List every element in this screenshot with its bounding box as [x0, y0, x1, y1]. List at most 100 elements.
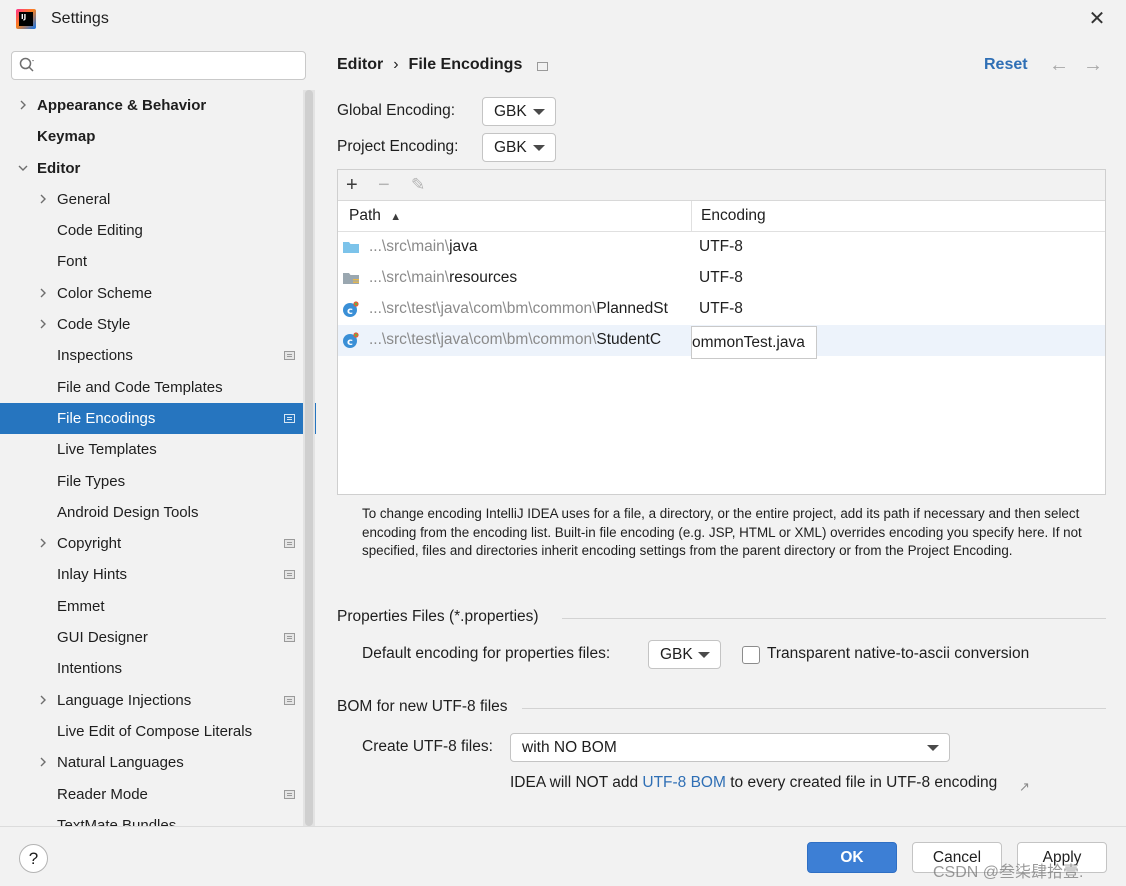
- path-tooltip: ommonTest.java: [691, 326, 817, 359]
- sidebar-item-label: Live Templates: [57, 441, 157, 459]
- sidebar-item-label: Live Edit of Compose Literals: [57, 722, 253, 740]
- sidebar-item[interactable]: Live Edit of Compose Literals: [0, 716, 316, 747]
- project-scope-icon: [284, 413, 295, 423]
- sidebar-item-label: GUI Designer: [57, 629, 148, 647]
- chevron-right-icon[interactable]: [38, 288, 48, 298]
- row-encoding[interactable]: UTF-8: [699, 269, 743, 287]
- sidebar-item[interactable]: TextMate Bundles: [0, 810, 316, 826]
- create-utf8-value: with NO BOM: [522, 739, 617, 756]
- sidebar-item[interactable]: File Encodings: [0, 402, 316, 435]
- source-folder-icon: [343, 242, 359, 253]
- table-row[interactable]: ...\src\main\resources UTF-8: [338, 263, 1105, 294]
- sidebar-item[interactable]: Live Templates: [0, 434, 316, 465]
- sidebar-item[interactable]: Inlay Hints: [0, 559, 316, 590]
- sidebar-item[interactable]: Code Editing: [0, 215, 316, 246]
- table-row[interactable]: c ...\src\test\java\com\bm\common\Planned…: [338, 294, 1105, 325]
- column-divider[interactable]: [691, 201, 692, 232]
- sidebar-item[interactable]: Appearance & Behavior: [0, 90, 316, 121]
- create-utf8-select[interactable]: with NO BOM: [510, 733, 950, 762]
- test-class-icon: c: [343, 332, 359, 348]
- project-encoding-select[interactable]: GBK: [482, 133, 556, 162]
- path-encoding-table: + − ✎ Path ▲ Encoding ...\src\main\java U…: [337, 169, 1106, 495]
- sidebar-item[interactable]: Editor: [0, 153, 316, 184]
- bom-note: IDEA will NOT add UTF-8 BOM to every cre…: [510, 774, 998, 791]
- table-row[interactable]: ...\src\main\java UTF-8: [338, 232, 1105, 263]
- sidebar-scrollbar[interactable]: [303, 90, 315, 826]
- sidebar-item[interactable]: Reader Mode: [0, 779, 316, 810]
- sidebar-item[interactable]: Intentions: [0, 653, 316, 684]
- sidebar-item[interactable]: File and Code Templates: [0, 372, 316, 403]
- remove-icon[interactable]: −: [378, 173, 390, 197]
- section-divider: [522, 708, 1106, 709]
- sidebar-item-label: Android Design Tools: [57, 503, 199, 521]
- transparent-conversion-checkbox[interactable]: [742, 646, 760, 664]
- row-encoding[interactable]: UTF-8: [699, 300, 743, 318]
- sidebar-item[interactable]: Language Injections: [0, 685, 316, 716]
- sidebar-item[interactable]: Code Style: [0, 309, 316, 340]
- sidebar-item-label: Emmet: [57, 597, 105, 615]
- sidebar-item[interactable]: Inspections: [0, 340, 316, 371]
- sidebar-item[interactable]: Emmet: [0, 591, 316, 622]
- global-encoding-select[interactable]: GBK: [482, 97, 556, 126]
- chevron-right-icon[interactable]: [38, 319, 48, 329]
- edit-icon[interactable]: ✎: [411, 173, 425, 197]
- chevron-right-icon[interactable]: [38, 194, 48, 204]
- column-header-encoding[interactable]: Encoding: [701, 207, 766, 225]
- scrollbar-thumb[interactable]: [305, 90, 313, 826]
- settings-sidebar: Appearance & Behavior Keymap Editor General…: [0, 38, 316, 826]
- sidebar-item[interactable]: Natural Languages: [0, 747, 316, 778]
- file-encodings-panel: Editor › File Encodings Reset ← → Global E…: [316, 38, 1126, 826]
- test-class-icon: c: [343, 301, 359, 317]
- svg-text:c: c: [347, 306, 353, 317]
- properties-encoding-value: GBK: [660, 646, 693, 663]
- search-icon: [19, 57, 34, 72]
- sidebar-item-label: File Types: [57, 472, 126, 490]
- sidebar-item-label: Color Scheme: [57, 284, 153, 302]
- sidebar-item[interactable]: GUI Designer: [0, 622, 316, 653]
- chevron-right-icon[interactable]: [18, 100, 28, 110]
- breadcrumb: Editor › File Encodings: [337, 56, 522, 74]
- back-arrow-icon[interactable]: ←: [1049, 54, 1069, 77]
- project-scope-icon: [537, 62, 548, 71]
- forward-arrow-icon[interactable]: →: [1083, 54, 1103, 77]
- sidebar-item[interactable]: Color Scheme: [0, 278, 316, 309]
- project-encoding-label: Project Encoding:: [337, 138, 459, 155]
- sidebar-item[interactable]: File Types: [0, 466, 316, 497]
- column-header-path[interactable]: Path ▲: [349, 207, 401, 225]
- ok-button[interactable]: OK: [807, 842, 897, 873]
- sidebar-item[interactable]: Keymap: [0, 121, 316, 152]
- chevron-right-icon[interactable]: [38, 538, 48, 548]
- sidebar-item-label: File Encodings: [57, 409, 156, 427]
- help-button[interactable]: ?: [19, 844, 48, 873]
- sidebar-item[interactable]: Font: [0, 246, 316, 277]
- row-encoding[interactable]: UTF-8: [699, 238, 743, 256]
- settings-tree: Appearance & Behavior Keymap Editor General…: [0, 90, 316, 826]
- properties-section-title: Properties Files (*.properties): [337, 608, 539, 625]
- breadcrumb-editor[interactable]: Editor: [337, 56, 383, 73]
- breadcrumb-separator: ›: [393, 56, 399, 73]
- sidebar-item[interactable]: Copyright: [0, 528, 316, 559]
- project-scope-icon: [284, 539, 295, 549]
- search-input[interactable]: [11, 51, 306, 80]
- bom-section-title: BOM for new UTF-8 files: [337, 698, 508, 715]
- row-path: ...\src\test\java\com\bm\common\StudentC: [369, 331, 662, 348]
- reset-link[interactable]: Reset: [984, 56, 1028, 74]
- chevron-down-icon[interactable]: [18, 163, 28, 173]
- properties-encoding-select[interactable]: GBK: [648, 640, 721, 669]
- project-scope-icon: [284, 351, 295, 361]
- sidebar-item[interactable]: Android Design Tools: [0, 497, 316, 528]
- close-icon[interactable]: ✕: [1084, 6, 1110, 32]
- add-icon[interactable]: +: [346, 173, 358, 197]
- sidebar-item-label: Copyright: [57, 535, 122, 553]
- chevron-right-icon[interactable]: [38, 695, 48, 705]
- sidebar-item-label: Appearance & Behavior: [37, 97, 207, 114]
- sidebar-item-label: File and Code Templates: [57, 378, 223, 396]
- section-divider: [562, 618, 1106, 619]
- utf8-bom-link[interactable]: UTF-8 BOM: [642, 774, 726, 791]
- sort-ascending-icon: ▲: [390, 211, 402, 223]
- transparent-conversion-label[interactable]: Transparent native-to-ascii conversion: [767, 645, 1029, 663]
- row-path: ...\src\test\java\com\bm\common\PlannedS…: [369, 300, 668, 317]
- sidebar-item-label: Reader Mode: [57, 785, 148, 803]
- sidebar-item[interactable]: General: [0, 184, 316, 215]
- chevron-right-icon[interactable]: [38, 757, 48, 767]
